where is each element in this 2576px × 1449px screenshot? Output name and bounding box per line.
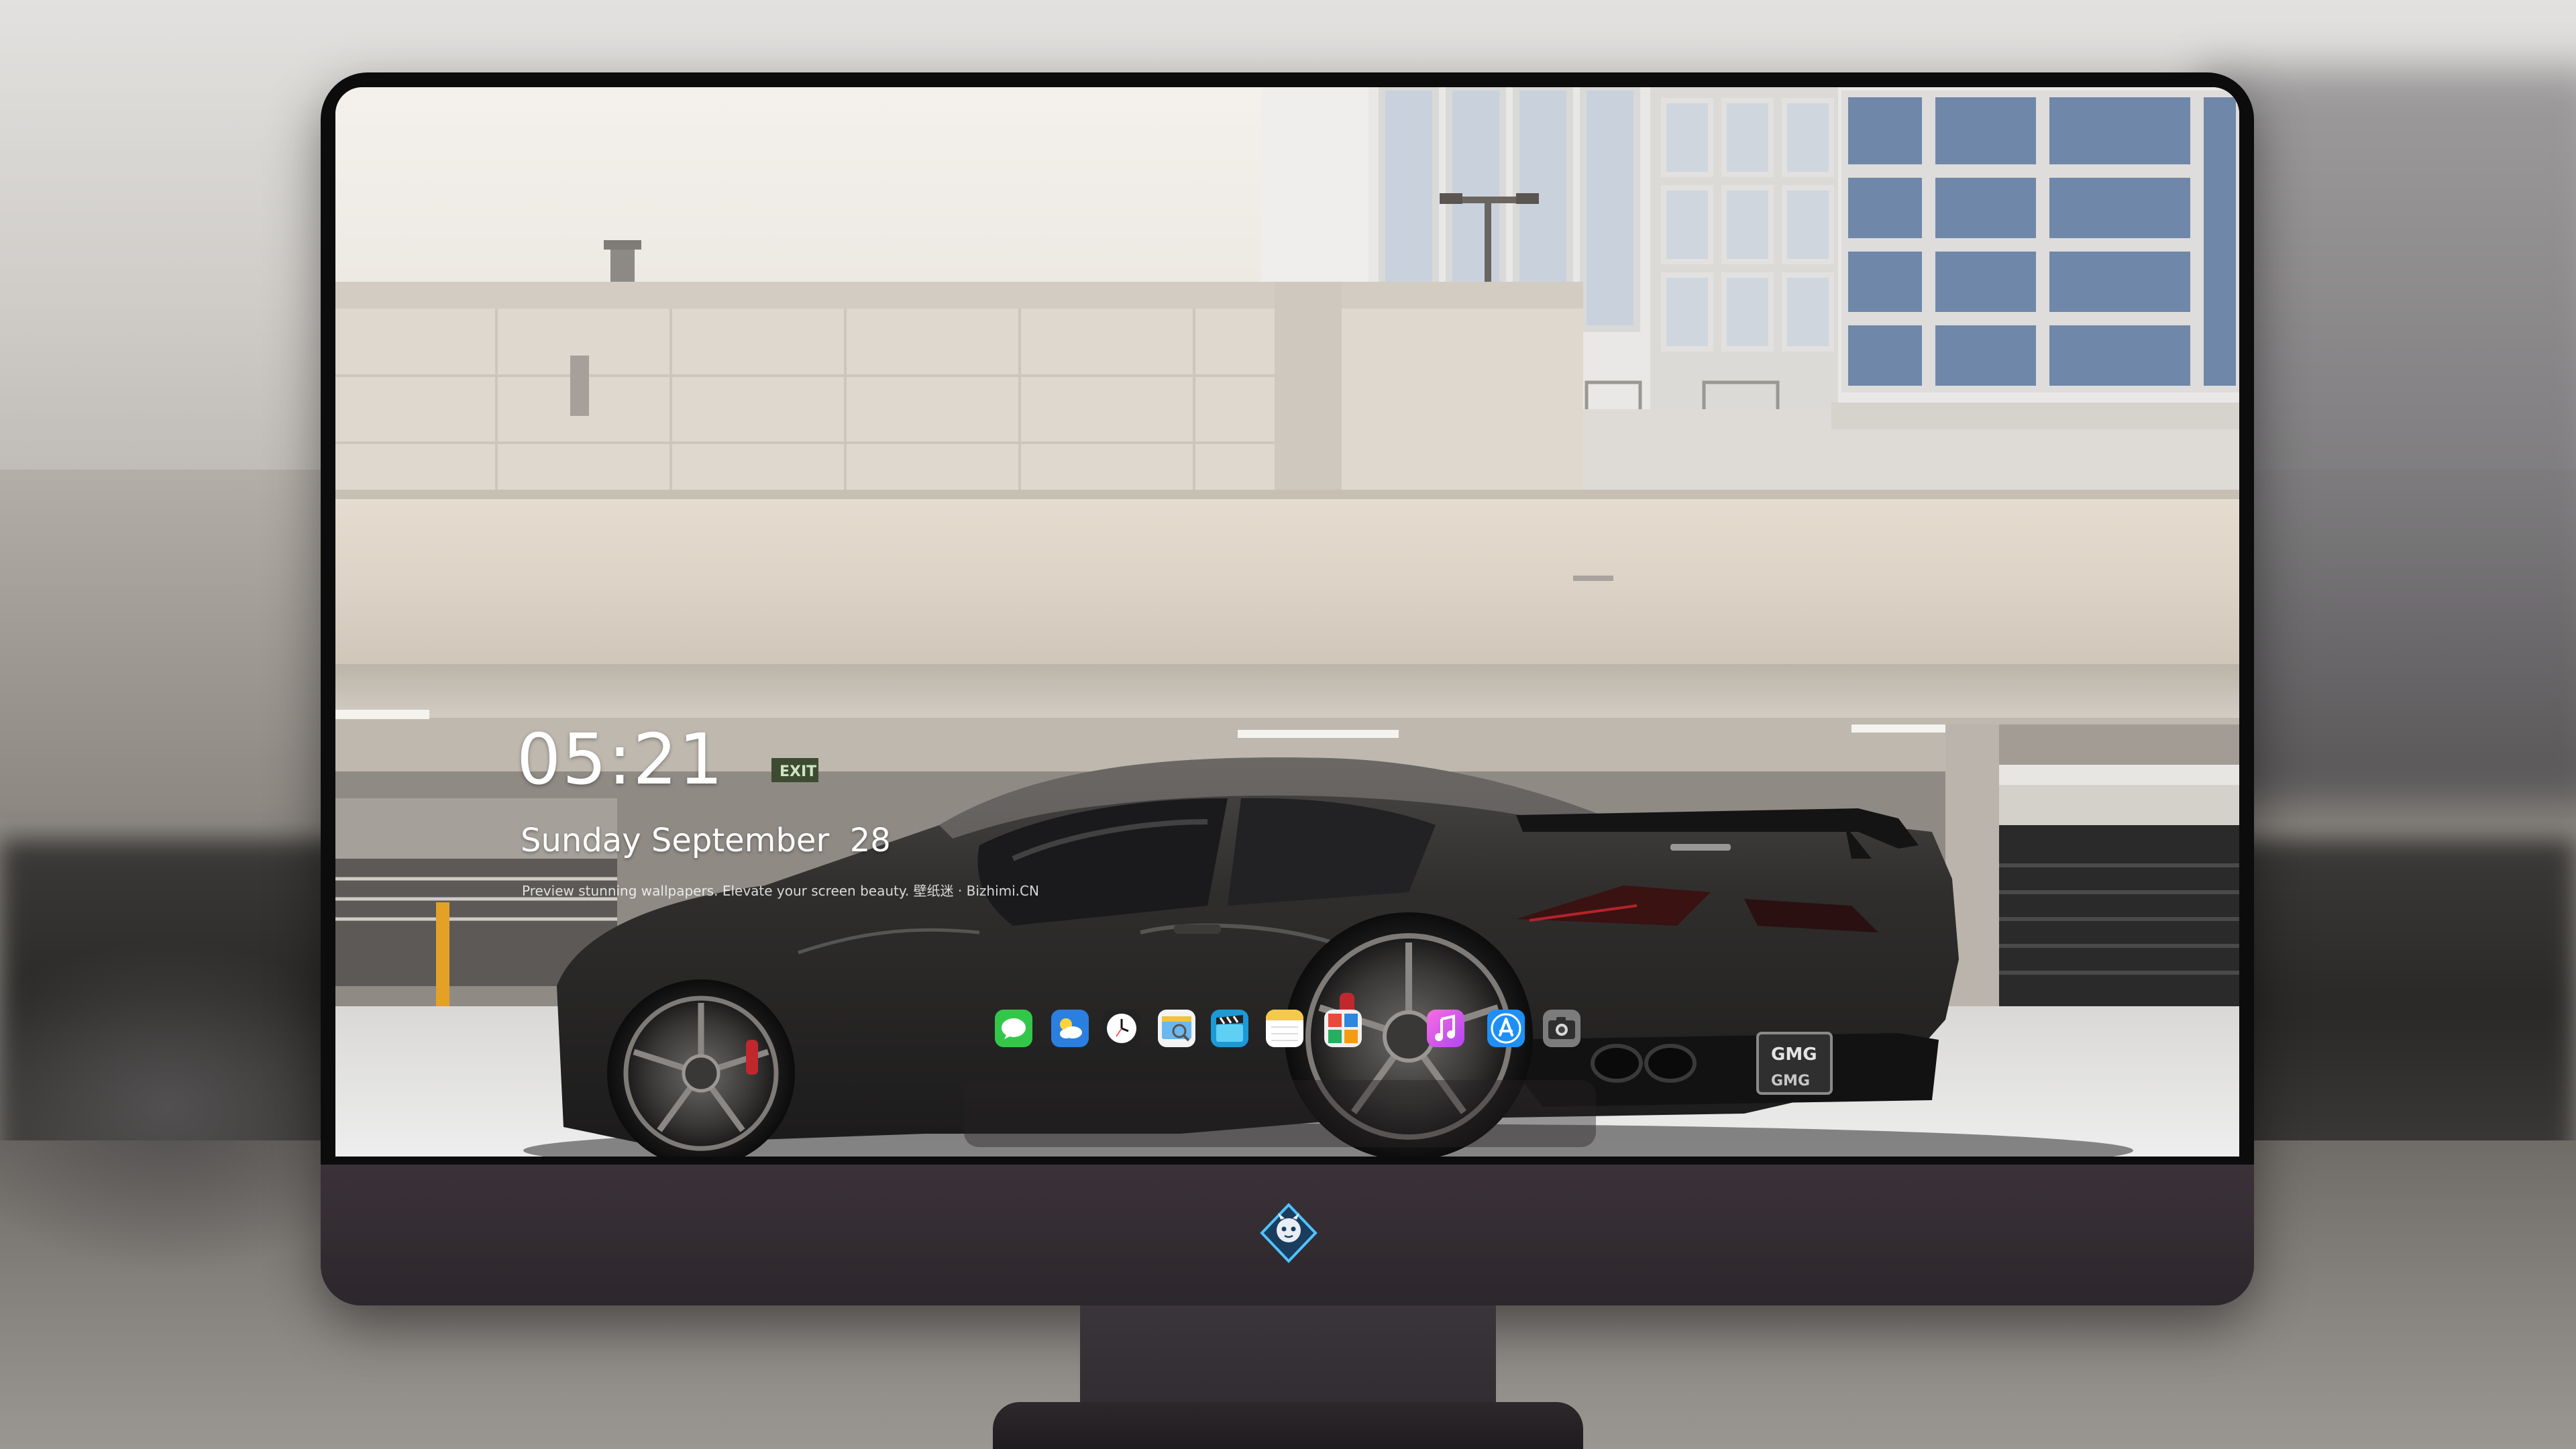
dock	[964, 1080, 1596, 1147]
clock-icon[interactable]	[1103, 1010, 1140, 1047]
app-store-icon[interactable]	[1487, 1010, 1525, 1047]
music-note-icon[interactable]	[1427, 1010, 1464, 1047]
svg-text:EXIT: EXIT	[780, 763, 816, 780]
lockscreen-tagline: Preview stunning wallpapers. Elevate you…	[522, 883, 1039, 899]
clapperboard-icon[interactable]	[1211, 1010, 1248, 1047]
lockscreen-clock: 05:21	[517, 718, 724, 800]
svg-text:GMG: GMG	[1771, 1073, 1810, 1089]
wallpaper-image: EXIT GMG GMG	[335, 87, 2239, 1157]
lockscreen-date: Sunday September 28	[521, 822, 891, 859]
messages-icon[interactable]	[995, 1010, 1032, 1047]
photo-collage-icon[interactable]	[1324, 1010, 1362, 1047]
svg-text:GMG: GMG	[1771, 1044, 1817, 1065]
monitor-screen: EXIT GMG GMG 05:21 Sunday September 28 P…	[335, 87, 2239, 1157]
monitor-stand-base	[993, 1402, 1583, 1449]
camera-icon[interactable]	[1543, 1010, 1580, 1047]
notes-icon[interactable]	[1266, 1010, 1303, 1047]
preview-icon[interactable]	[1158, 1010, 1195, 1047]
background-blur-building	[2200, 67, 2576, 805]
monitor-logo	[1260, 1203, 1318, 1263]
weather-icon[interactable]	[1051, 1010, 1089, 1047]
desktop-scene: EXIT GMG GMG 05:21 Sunday September 28 P…	[0, 0, 2576, 1449]
